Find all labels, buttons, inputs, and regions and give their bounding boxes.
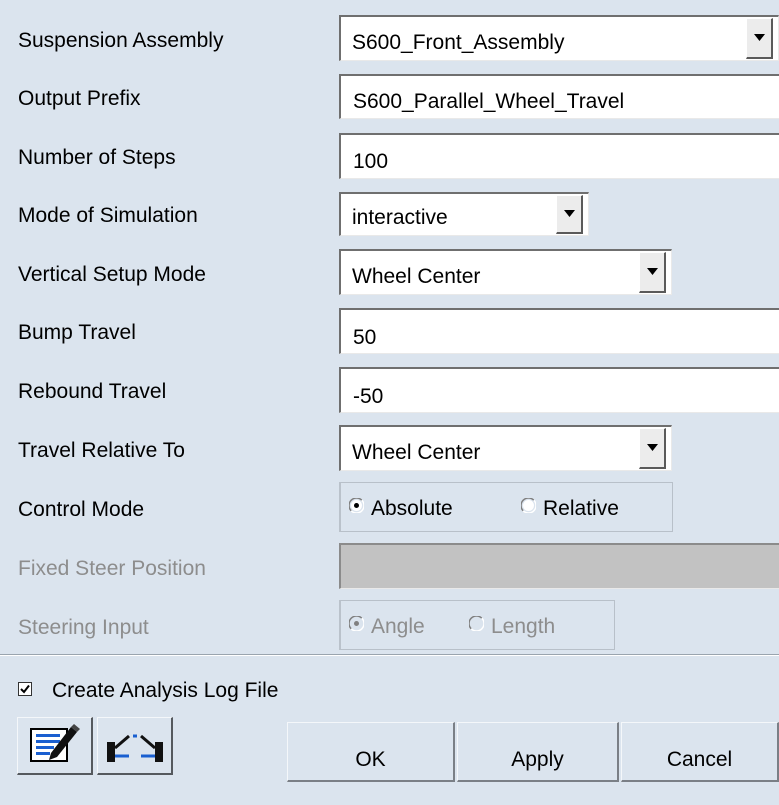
apply-label: Apply <box>511 748 564 771</box>
chevron-down-icon <box>647 268 658 275</box>
vertical-setup-mode-label: Vertical Setup Mode <box>18 263 206 286</box>
bump-travel-label: Bump Travel <box>18 321 136 344</box>
rebound-travel-input[interactable]: -50 <box>339 367 779 413</box>
cancel-label: Cancel <box>666 748 733 771</box>
mode-of-simulation-value: interactive <box>352 206 448 229</box>
steering-input-angle-label: Angle <box>371 615 425 638</box>
radio-selected-icon <box>349 498 364 513</box>
travel-relative-to-dropdown-button[interactable] <box>639 428 666 469</box>
chevron-down-icon <box>754 34 765 41</box>
suspension-assembly-dropdown-button[interactable] <box>746 18 773 59</box>
create-log-label[interactable]: Create Analysis Log File <box>52 680 278 701</box>
ok-button[interactable]: OK <box>287 722 455 782</box>
vertical-setup-mode-value: Wheel Center <box>352 265 481 288</box>
radio-unselected-icon <box>469 616 484 631</box>
ok-label: OK <box>355 748 386 771</box>
wheel-travel-plot-icon <box>107 734 163 762</box>
suspension-assembly-value: S600_Front_Assembly <box>352 31 565 54</box>
chevron-down-icon <box>564 210 575 217</box>
steering-input-radio-group: Angle Length <box>339 600 615 650</box>
bump-travel-value: 50 <box>353 326 377 349</box>
control-mode-radio-group: Absolute Relative <box>339 482 673 532</box>
cancel-button[interactable]: Cancel <box>621 722 779 782</box>
data-navigator-icon <box>30 724 80 762</box>
number-of-steps-value: 100 <box>353 150 389 173</box>
radio-selected-icon <box>349 616 364 631</box>
mode-of-simulation-label: Mode of Simulation <box>18 204 198 227</box>
mode-of-simulation-dropdown[interactable]: interactive <box>339 192 589 236</box>
output-prefix-value: S600_Parallel_Wheel_Travel <box>353 90 625 113</box>
fixed-steer-position-label: Fixed Steer Position <box>18 557 206 580</box>
create-log-checkbox[interactable] <box>18 682 32 696</box>
steering-input-label: Steering Input <box>18 616 149 639</box>
travel-relative-to-label: Travel Relative To <box>18 439 185 462</box>
travel-relative-to-dropdown[interactable]: Wheel Center <box>339 425 672 471</box>
suspension-assembly-dropdown[interactable]: S600_Front_Assembly <box>339 15 779 61</box>
bump-travel-input[interactable]: 50 <box>339 308 779 354</box>
number-of-steps-input[interactable]: 100 <box>339 133 779 179</box>
vertical-setup-mode-dropdown[interactable]: Wheel Center <box>339 249 672 295</box>
radio-unselected-icon <box>521 498 536 513</box>
mode-of-simulation-dropdown-button[interactable] <box>556 195 583 234</box>
control-mode-label: Control Mode <box>18 498 145 521</box>
rebound-travel-label: Rebound Travel <box>18 380 167 403</box>
fixed-steer-position-input <box>339 543 779 589</box>
output-prefix-label: Output Prefix <box>18 87 141 110</box>
vertical-setup-mode-dropdown-button[interactable] <box>639 252 666 293</box>
travel-relative-to-value: Wheel Center <box>352 441 481 464</box>
apply-button[interactable]: Apply <box>457 722 619 782</box>
wheel-travel-plot-button[interactable] <box>97 717 173 775</box>
chevron-down-icon <box>647 444 658 451</box>
separator-highlight <box>0 655 779 656</box>
checkmark-icon <box>20 684 30 694</box>
output-prefix-input[interactable]: S600_Parallel_Wheel_Travel <box>339 74 779 119</box>
rebound-travel-value: -50 <box>353 385 384 408</box>
suspension-assembly-label: Suspension Assembly <box>18 29 224 52</box>
steering-input-length-label: Length <box>491 615 556 638</box>
number-of-steps-label: Number of Steps <box>18 146 176 169</box>
control-mode-absolute-label: Absolute <box>371 497 453 520</box>
data-navigator-button[interactable] <box>17 717 93 775</box>
control-mode-relative-label: Relative <box>543 497 619 520</box>
